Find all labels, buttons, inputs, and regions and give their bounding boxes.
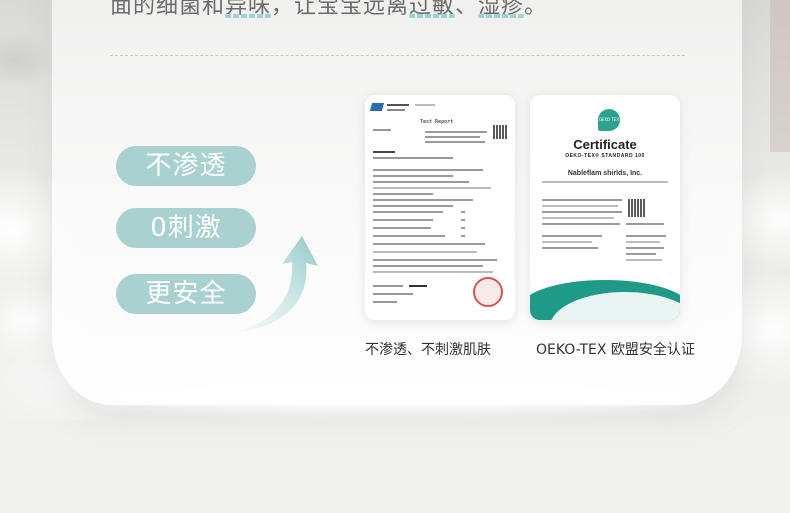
headline-part: 面的细菌和 <box>110 0 226 19</box>
headline-highlight: 湿疹 <box>478 0 525 20</box>
background-strip <box>770 0 790 152</box>
test-report-caption: 不渗透、不刺激肌肤 <box>365 342 491 358</box>
report-header: Test Report <box>420 119 454 125</box>
certificate-company: Nableflam shirlds, Inc. <box>567 170 643 177</box>
oeko-tex-certificate: OEKO TEX Certificate OEKO-TEX® STANDARD … <box>530 95 680 320</box>
feature-pill-no-leak: 不渗透 <box>116 146 256 186</box>
headline-part: ，让宝宝远离 <box>271 0 410 19</box>
qr-code-icon <box>493 125 507 139</box>
certificate-title: Certificate <box>573 137 637 152</box>
headline-part: 、 <box>455 0 479 19</box>
oeko-tex-caption: OEKO-TEX 欧盟安全认证 <box>536 342 695 358</box>
dashed-divider <box>110 55 685 56</box>
headline-text: 面的细菌和异味，让宝宝远离过敏、湿疹。 <box>110 0 670 24</box>
headline-highlight: 过敏 <box>409 0 456 20</box>
report-logo-icon <box>369 103 385 111</box>
certificate-subtitle: OEKO-TEX® STANDARD 100 <box>565 153 645 159</box>
test-report-document: Test Report <box>365 95 515 320</box>
headline-part: 。 <box>524 0 548 19</box>
qr-code-icon <box>628 199 646 217</box>
headline-highlight: 异味 <box>225 0 272 20</box>
red-seal-icon <box>473 277 503 307</box>
curved-arrow-icon <box>236 236 318 332</box>
oeko-tex-logo: OEKO TEX <box>598 109 620 131</box>
